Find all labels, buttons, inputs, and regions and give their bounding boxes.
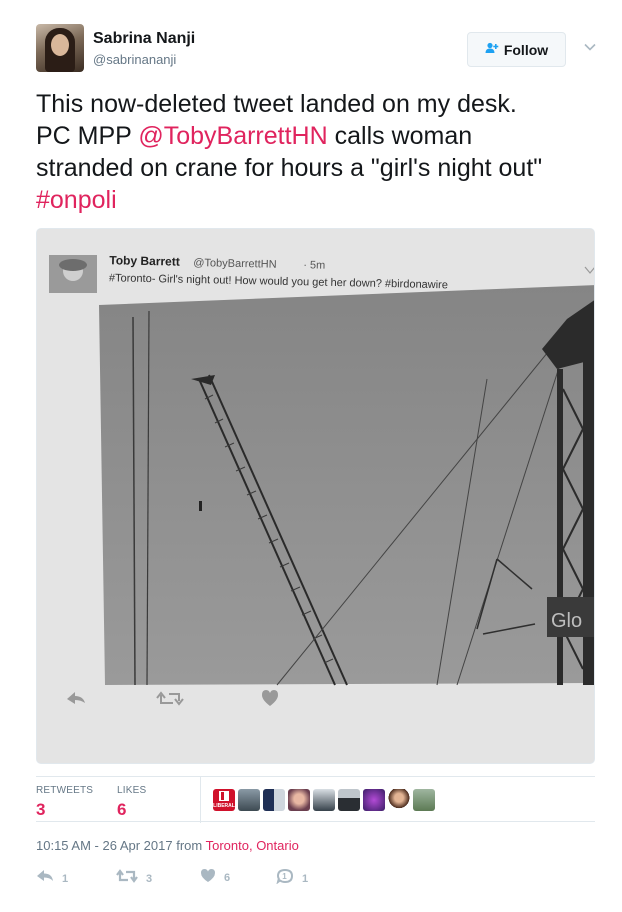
tweet-header: Sabrina Nanji @sabrinananji Follow bbox=[36, 24, 596, 76]
embedded-time: · 5m bbox=[303, 259, 325, 271]
photo-image: Toby Barrett @TobyBarrettHN · 5m #Toront… bbox=[37, 229, 594, 763]
like-count: 6 bbox=[224, 872, 231, 884]
like-button[interactable]: 6 bbox=[200, 868, 230, 888]
likes-label: LIKES bbox=[117, 785, 147, 796]
retweet-button[interactable]: 3 bbox=[116, 868, 152, 889]
follow-label: Follow bbox=[503, 41, 549, 58]
tweet-text: This now-deleted tweet landed on my desk… bbox=[36, 88, 606, 216]
stats-divider bbox=[200, 777, 201, 823]
tweet-line-2-suffix: calls woman bbox=[327, 122, 473, 150]
liker-avatars: LIBERAL bbox=[213, 789, 438, 811]
chevron-down-icon[interactable] bbox=[583, 40, 597, 54]
timestamp-from: from bbox=[172, 838, 206, 853]
mention-link[interactable]: @TobyBarrettHN bbox=[138, 122, 327, 150]
liker-avatar[interactable] bbox=[363, 789, 385, 811]
tweet-stats: RETWEETS 3 LIKES 6 LIBERAL bbox=[36, 776, 595, 823]
tweet-line-2-prefix: PC MPP bbox=[36, 122, 139, 150]
message-count: 1 bbox=[302, 872, 309, 885]
tweet-timestamp: 10:15 AM - 26 Apr 2017 from Toronto, Ont… bbox=[36, 838, 299, 853]
tweet-photo[interactable]: Toby Barrett @TobyBarrettHN · 5m #Toront… bbox=[36, 228, 595, 764]
author-avatar[interactable] bbox=[36, 24, 84, 72]
retweets-stat[interactable]: RETWEETS 3 bbox=[36, 785, 93, 820]
retweet-icon bbox=[116, 868, 138, 889]
liberal-badge-text: LIBERAL bbox=[213, 803, 235, 809]
direct-message-button[interactable]: 1 1 bbox=[276, 868, 308, 889]
embedded-name: Toby Barrett bbox=[109, 253, 180, 268]
liker-avatar[interactable]: LIBERAL bbox=[213, 789, 235, 811]
retweet-count: 3 bbox=[146, 872, 153, 885]
embedded-photo-sky bbox=[99, 285, 594, 685]
reply-count: 1 bbox=[62, 872, 69, 885]
author-handle[interactable]: @sabrinananji bbox=[93, 52, 176, 67]
liker-avatar[interactable] bbox=[338, 789, 360, 811]
timestamp-time[interactable]: 10:15 AM - 26 Apr 2017 bbox=[36, 838, 173, 853]
heart-icon bbox=[200, 868, 216, 888]
likes-value: 6 bbox=[117, 800, 127, 819]
reply-icon bbox=[36, 868, 54, 889]
liker-avatar[interactable] bbox=[313, 789, 335, 811]
svg-text:1: 1 bbox=[282, 872, 287, 881]
sign-text: Glo bbox=[551, 610, 582, 632]
liker-avatar[interactable] bbox=[238, 789, 260, 811]
author-name[interactable]: Sabrina Nanji bbox=[93, 30, 195, 48]
message-icon: 1 bbox=[276, 868, 294, 889]
tweet-line-1: This now-deleted tweet landed on my desk… bbox=[36, 90, 517, 118]
retweets-value: 3 bbox=[36, 800, 46, 819]
likes-stat[interactable]: LIKES 6 bbox=[117, 785, 146, 820]
retweets-label: RETWEETS bbox=[36, 785, 94, 796]
person-on-crane bbox=[199, 501, 202, 511]
embedded-handle: @TobyBarrettHN bbox=[193, 257, 277, 271]
reply-button[interactable]: 1 bbox=[36, 868, 68, 889]
follow-person-plus-icon bbox=[485, 42, 499, 57]
liker-avatar[interactable] bbox=[288, 789, 310, 811]
liker-avatar[interactable] bbox=[388, 789, 410, 811]
liker-avatar[interactable] bbox=[263, 789, 285, 811]
follow-button[interactable]: Follow bbox=[467, 32, 566, 67]
location-link[interactable]: Toronto, Ontario bbox=[206, 838, 299, 853]
hashtag-link[interactable]: #onpoli bbox=[36, 184, 606, 216]
tweet-line-2: PC MPP @TobyBarrettHN calls woman bbox=[36, 120, 606, 152]
tweet-actions: 1 3 6 1 1 bbox=[36, 868, 336, 890]
tweet-line-3: stranded on crane for hours a "girl's ni… bbox=[36, 154, 543, 182]
liker-avatar[interactable] bbox=[413, 789, 435, 811]
avatar-face bbox=[51, 34, 69, 56]
